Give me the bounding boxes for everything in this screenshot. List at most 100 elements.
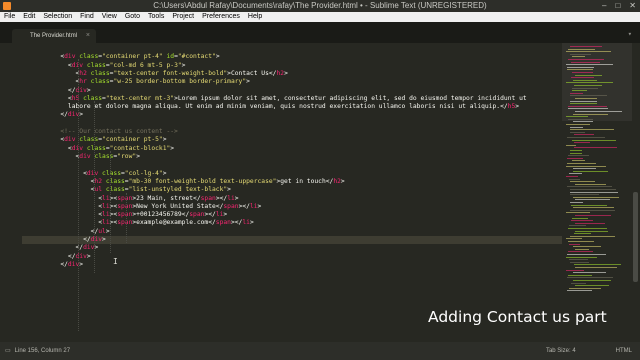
code-token: class bbox=[79, 94, 103, 102]
code-editor[interactable]: 134135 <div class="container pt-4" id="#… bbox=[22, 43, 562, 342]
minimize-button[interactable]: – bbox=[602, 0, 606, 12]
minimap-line bbox=[570, 126, 583, 128]
minimap-line bbox=[573, 113, 608, 115]
code-token: < bbox=[30, 78, 80, 86]
minimap[interactable] bbox=[562, 43, 632, 342]
minimap-line bbox=[570, 95, 607, 97]
code-token: div bbox=[79, 152, 91, 160]
code-token: < bbox=[30, 136, 65, 144]
menu-view[interactable]: View bbox=[102, 12, 117, 22]
minimap-line bbox=[566, 256, 597, 258]
code-token: </ bbox=[30, 252, 76, 260]
minimap-line bbox=[569, 259, 588, 261]
minimap-line bbox=[573, 207, 614, 209]
code-line: <div class="container pt-5"> bbox=[30, 136, 167, 144]
minimap-line bbox=[575, 267, 617, 268]
menu-preferences[interactable]: Preferences bbox=[202, 12, 240, 22]
code-line: <li><span>+00123456789</span></li> bbox=[30, 211, 227, 219]
scrollbar-thumb[interactable] bbox=[633, 192, 638, 282]
syntax-setting[interactable]: HTML bbox=[616, 342, 632, 360]
minimap-line bbox=[568, 251, 593, 253]
menu-tools[interactable]: Tools bbox=[148, 12, 164, 22]
code-token: </ bbox=[30, 260, 68, 268]
code-token: "w-25 border-bottom border-primary" bbox=[113, 78, 247, 86]
code-token: span bbox=[215, 219, 231, 227]
minimap-line bbox=[568, 59, 604, 60]
code-line: </div> bbox=[30, 261, 83, 269]
code-token: > bbox=[181, 61, 186, 69]
close-button[interactable]: ✕ bbox=[629, 0, 636, 12]
minimap-line bbox=[575, 285, 609, 287]
menu-goto[interactable]: Goto bbox=[125, 12, 140, 22]
menu-project[interactable]: Project bbox=[172, 12, 194, 22]
code-token: > bbox=[249, 219, 254, 227]
menu-edit[interactable]: Edit bbox=[23, 12, 35, 22]
code-token: >+00123456789</ bbox=[132, 211, 190, 219]
menu-file[interactable]: File bbox=[4, 12, 15, 22]
minimap-line bbox=[573, 196, 619, 198]
minimap-line bbox=[567, 186, 612, 188]
tab-the-provider-html[interactable]: The Provider.html × bbox=[12, 29, 96, 43]
code-token: < bbox=[30, 202, 103, 210]
code-token: < bbox=[30, 94, 72, 102]
menu-selection[interactable]: Selection bbox=[43, 12, 72, 22]
code-token: > bbox=[215, 53, 220, 61]
minimap-line bbox=[566, 238, 582, 240]
code-token: "contact-block1" bbox=[109, 144, 171, 152]
minimap-line bbox=[574, 233, 591, 235]
code-token: id bbox=[162, 53, 175, 61]
minimap-line bbox=[567, 254, 606, 255]
menu-help[interactable]: Help bbox=[248, 12, 262, 22]
code-token: </ bbox=[30, 111, 68, 119]
maximize-button[interactable]: □ bbox=[615, 0, 620, 12]
minimap-line bbox=[575, 199, 610, 201]
minimap-line bbox=[566, 51, 611, 53]
code-token: >example@example.com</ bbox=[132, 219, 216, 227]
minimap-line bbox=[572, 87, 598, 89]
tab-size-setting[interactable]: Tab Size: 4 bbox=[546, 342, 576, 360]
menu-find[interactable]: Find bbox=[80, 12, 94, 22]
minimap-line bbox=[570, 103, 597, 105]
code-token: span bbox=[117, 219, 133, 227]
code-token: </ bbox=[30, 227, 99, 235]
panel-toggle-icon[interactable]: ▭ bbox=[5, 342, 11, 360]
code-token: > bbox=[246, 78, 250, 86]
code-token: ></ bbox=[215, 194, 228, 202]
minimap-line bbox=[566, 176, 578, 177]
code-token: ul bbox=[94, 186, 103, 194]
code-token: > bbox=[136, 152, 140, 160]
minimap-line bbox=[570, 53, 591, 55]
code-token: >get in touch</ bbox=[276, 177, 334, 185]
minimap-line bbox=[566, 64, 613, 66]
minimap-line bbox=[571, 204, 607, 206]
minimap-line bbox=[572, 160, 585, 162]
minimap-line bbox=[570, 181, 595, 183]
code-line: </ul> bbox=[30, 228, 110, 236]
minimap-line bbox=[573, 79, 597, 81]
chevron-down-icon[interactable]: ▾ bbox=[628, 30, 632, 38]
code-line: <h2 class="text-center font-weight-bold"… bbox=[30, 69, 288, 78]
code-token: > bbox=[162, 136, 167, 144]
code-line: </div> bbox=[30, 244, 98, 252]
minimap-line bbox=[567, 137, 605, 138]
minimap-line bbox=[572, 90, 587, 92]
minimap-line bbox=[573, 272, 606, 274]
minimap-line bbox=[567, 290, 592, 292]
minimap-line bbox=[572, 139, 616, 141]
menu-bar: File Edit Selection Find View Goto Tools… bbox=[0, 12, 640, 22]
code-token: </ bbox=[30, 244, 84, 252]
code-token: class bbox=[86, 78, 110, 86]
code-token: div bbox=[64, 53, 76, 61]
tab-close-icon[interactable]: × bbox=[86, 29, 90, 43]
code-token: < bbox=[30, 61, 72, 69]
minimap-line bbox=[570, 131, 585, 133]
code-token: > bbox=[284, 69, 288, 77]
mouse-cursor-icon: I bbox=[113, 257, 118, 266]
code-token: "container pt-4" bbox=[102, 53, 163, 61]
code-token: h2 bbox=[94, 177, 103, 185]
minimap-line bbox=[572, 72, 593, 73]
code-token: "col-md 6 mt-5 p-3" bbox=[109, 61, 182, 69]
minimap-line bbox=[570, 92, 583, 94]
code-token: >New York United State</ bbox=[132, 202, 224, 210]
minimap-line bbox=[568, 228, 607, 229]
